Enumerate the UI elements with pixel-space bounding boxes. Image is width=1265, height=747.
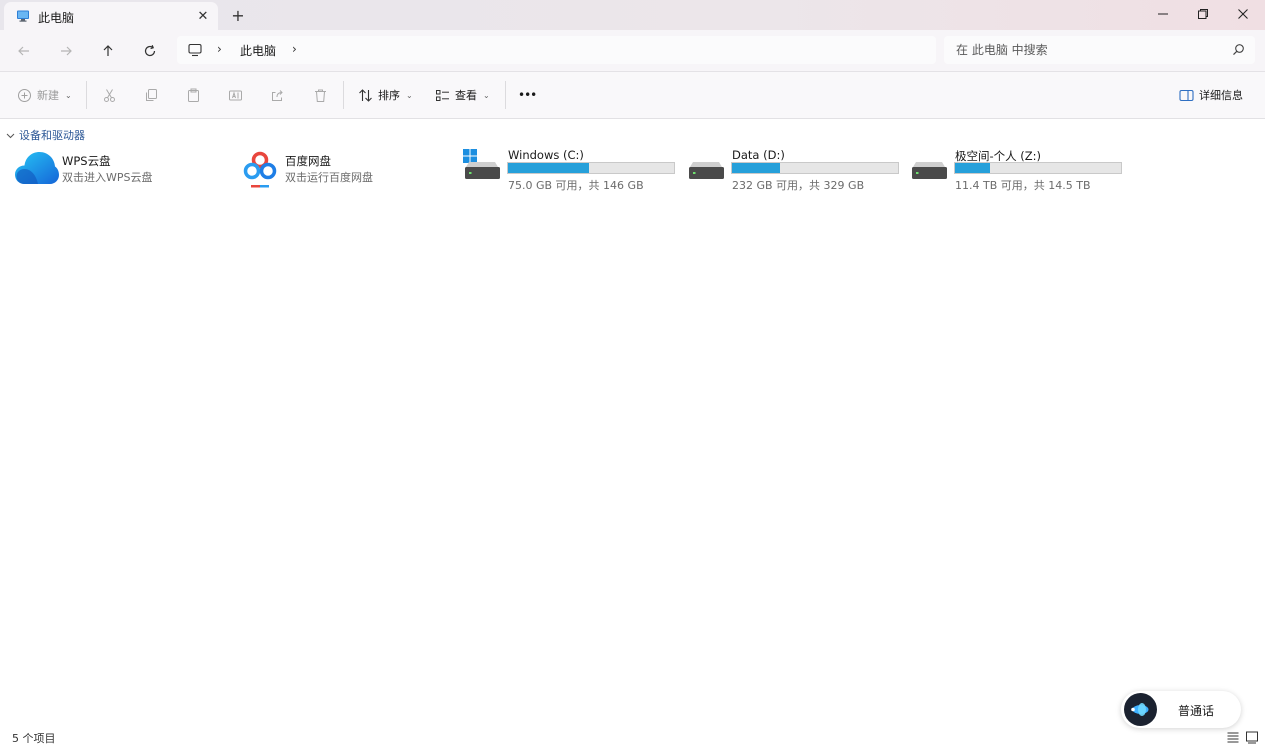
forward-button[interactable] [52, 38, 80, 64]
view-icon [436, 89, 449, 101]
sort-icon [359, 88, 372, 102]
new-button[interactable]: 新建 ⌄ [17, 84, 72, 106]
refresh-icon [144, 44, 156, 57]
drive-usage-fill [732, 163, 781, 173]
list-item-wps-cloud[interactable]: WPS云盘 双击进入WPS云盘 [14, 146, 224, 192]
close-icon [1238, 9, 1248, 19]
paste-button[interactable] [186, 84, 201, 106]
sort-label: 排序 [378, 89, 400, 102]
close-window-button[interactable] [1223, 0, 1263, 28]
baidu-netdisk-icon [243, 151, 277, 188]
share-icon [272, 89, 283, 101]
command-bar: 新建 ⌄ 排序 ⌄ 查看 ⌄ ••• 详细信息 [0, 72, 1265, 119]
delete-icon [315, 89, 326, 102]
sort-button[interactable]: 排序 ⌄ [358, 84, 413, 106]
large-icons-view-icon[interactable] [1245, 730, 1259, 744]
drive-c[interactable]: Windows (C:) 75.0 GB 可用，共 146 GB [462, 146, 676, 192]
drive-d[interactable]: Data (D:) 232 GB 可用，共 329 GB [686, 146, 900, 192]
chevron-down-icon: ⌄ [483, 90, 490, 100]
drive-usage-text: 11.4 TB 可用，共 14.5 TB [955, 179, 1091, 192]
more-options-button[interactable]: ••• [518, 84, 537, 106]
forward-icon [61, 46, 72, 56]
item-name: WPS云盘 [62, 154, 111, 168]
breadcrumb-separator[interactable]: › [292, 42, 297, 56]
voice-language-label: 普通话 [1178, 704, 1215, 718]
add-circle-icon [18, 88, 31, 102]
search-icon [1233, 44, 1244, 56]
windows-drive-icon [463, 149, 500, 179]
details-pane-icon [1179, 89, 1194, 101]
toolbar-divider [343, 81, 344, 109]
toolbar-divider [86, 81, 87, 109]
drive-name: Data (D:) [732, 148, 785, 162]
rename-button[interactable] [228, 84, 243, 106]
search-box[interactable] [944, 36, 1255, 64]
cut-icon [104, 88, 115, 102]
details-label: 详细信息 [1199, 89, 1243, 102]
voice-input-widget[interactable]: 普通话 [1121, 691, 1241, 728]
paste-icon [188, 88, 199, 102]
network-drive-icon [912, 162, 947, 179]
more-icon: ••• [518, 88, 537, 102]
cloud-icon [15, 152, 59, 184]
chevron-down-icon [6, 133, 15, 138]
drive-icon [689, 162, 724, 179]
minimize-icon [1158, 13, 1168, 15]
navigation-bar: › 此电脑 › [0, 30, 1265, 72]
group-header-label: 设备和驱动器 [19, 129, 85, 142]
tab-this-pc[interactable]: 此电脑 ✕ [4, 2, 218, 30]
delete-button[interactable] [313, 84, 328, 106]
rename-icon [229, 90, 242, 100]
address-bar[interactable]: › 此电脑 › [177, 36, 936, 64]
maximize-button[interactable] [1183, 0, 1223, 28]
chevron-down-icon: ⌄ [406, 90, 413, 100]
drive-usage-text: 75.0 GB 可用，共 146 GB [508, 179, 644, 192]
toolbar-divider [505, 81, 506, 109]
item-name: 百度网盘 [285, 154, 331, 168]
restore-icon [1198, 9, 1208, 19]
breadcrumb-separator[interactable]: › [217, 42, 222, 56]
up-button[interactable] [94, 38, 122, 64]
drive-usage-bar [507, 162, 675, 174]
new-label: 新建 [37, 89, 59, 102]
breadcrumb-this-pc[interactable]: 此电脑 [240, 42, 276, 59]
list-item-baidu-netdisk[interactable]: 百度网盘 双击运行百度网盘 [238, 146, 448, 192]
computer-icon [17, 10, 29, 22]
new-tab-button[interactable]: + [228, 5, 248, 25]
details-pane-button[interactable]: 详细信息 [1179, 84, 1243, 106]
computer-icon [188, 43, 202, 57]
details-view-icon[interactable] [1226, 730, 1240, 744]
drive-usage-fill [508, 163, 590, 173]
drive-usage-text: 232 GB 可用，共 329 GB [732, 179, 865, 192]
close-tab-button[interactable]: ✕ [194, 7, 212, 25]
back-icon [18, 46, 29, 56]
item-subtitle: 双击运行百度网盘 [285, 171, 373, 184]
drive-z[interactable]: 极空间-个人 (Z:) 11.4 TB 可用，共 14.5 TB [909, 146, 1123, 192]
cut-button[interactable] [102, 84, 117, 106]
view-button[interactable]: 查看 ⌄ [435, 84, 490, 106]
item-count: 5 个项目 [12, 732, 56, 745]
drive-usage-fill [955, 163, 990, 173]
tab-title: 此电脑 [38, 11, 75, 25]
refresh-button[interactable] [136, 38, 164, 64]
status-bar: 5 个项目 [0, 727, 1265, 747]
item-subtitle: 双击进入WPS云盘 [62, 171, 153, 184]
group-header-devices[interactable]: 设备和驱动器 [6, 127, 85, 143]
up-icon [103, 45, 113, 56]
drive-name: Windows (C:) [508, 148, 584, 162]
share-button[interactable] [270, 84, 285, 106]
voice-orb-icon [1124, 693, 1157, 726]
title-bar: 此电脑 ✕ + [0, 0, 1265, 30]
drive-usage-bar [731, 162, 899, 174]
copy-button[interactable] [144, 84, 159, 106]
search-input[interactable] [944, 36, 1224, 64]
copy-icon [146, 88, 157, 101]
view-label: 查看 [455, 89, 477, 102]
drive-usage-bar [954, 162, 1122, 174]
chevron-down-icon: ⌄ [65, 90, 72, 100]
back-button[interactable] [10, 38, 38, 64]
minimize-button[interactable] [1143, 0, 1183, 28]
